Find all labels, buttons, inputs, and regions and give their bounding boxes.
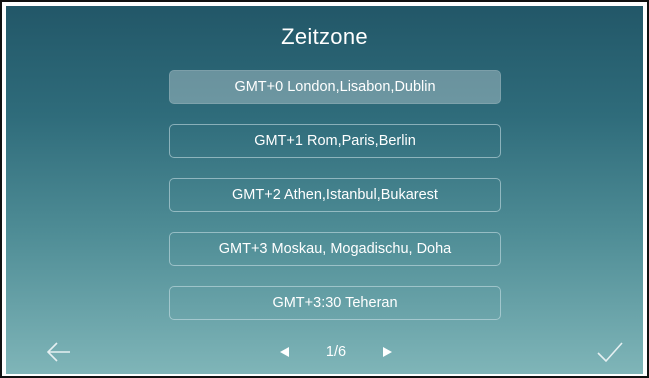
pagination: 1/6 [276, 340, 396, 364]
confirm-button[interactable] [596, 340, 624, 364]
timezone-option[interactable]: GMT+0 London,Lisabon,Dublin [169, 70, 501, 104]
timezone-option[interactable]: GMT+3 Moskau, Mogadischu, Doha [169, 232, 501, 266]
page-indicator: 1/6 [325, 344, 347, 360]
back-button[interactable] [46, 340, 72, 364]
back-arrow-icon [46, 342, 70, 362]
checkmark-icon [597, 342, 623, 363]
timezone-option[interactable]: GMT+2 Athen,Istanbul,Bukarest [169, 178, 501, 212]
timezone-option[interactable]: GMT+3:30 Teheran [169, 286, 501, 320]
previous-page-button[interactable] [276, 344, 292, 360]
timezone-list: GMT+0 London,Lisabon,Dublin GMT+1 Rom,Pa… [169, 70, 501, 340]
triangle-left-icon [280, 347, 289, 357]
timezone-screen: Zeitzone GMT+0 London,Lisabon,Dublin GMT… [6, 6, 643, 374]
device-frame: Zeitzone GMT+0 London,Lisabon,Dublin GMT… [0, 0, 649, 378]
bottom-navigation: 1/6 [6, 334, 643, 370]
next-page-button[interactable] [380, 344, 396, 360]
page-title: Zeitzone [281, 24, 368, 49]
triangle-right-icon [382, 347, 392, 357]
timezone-option[interactable]: GMT+1 Rom,Paris,Berlin [169, 124, 501, 158]
